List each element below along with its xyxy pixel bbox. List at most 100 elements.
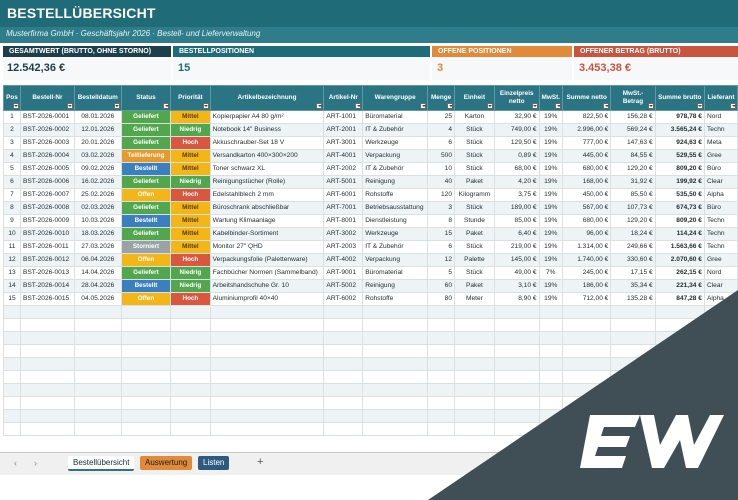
cell-einheit[interactable]: Stück <box>454 136 495 150</box>
empty-cell[interactable] <box>610 318 656 332</box>
empty-cell[interactable] <box>610 396 656 410</box>
empty-cell[interactable] <box>73 396 122 410</box>
cell-artnr[interactable]: ART-4002 <box>323 253 364 267</box>
cell-menge[interactable]: 25 <box>427 110 456 124</box>
cell-artikel[interactable]: Fachbücher Normen (Sammelband) <box>209 266 325 280</box>
empty-cell[interactable] <box>3 396 21 410</box>
empty-cell[interactable] <box>3 370 21 384</box>
cell-gruppe[interactable]: Verpackung <box>362 253 429 267</box>
cell-artikel[interactable]: Kopierpapier A4 80 g/m² <box>209 110 325 124</box>
cell-brutto[interactable]: 221,34 € <box>654 279 705 293</box>
empty-cell[interactable] <box>610 383 656 397</box>
empty-cell[interactable] <box>323 344 364 358</box>
empty-cell[interactable] <box>654 305 705 319</box>
empty-cell[interactable] <box>170 318 211 332</box>
cell-menge[interactable]: 5 <box>427 266 456 280</box>
cell-brutto[interactable]: 535,50 € <box>654 188 705 202</box>
filter-dropdown-icon[interactable] <box>12 103 19 109</box>
column-header[interactable]: Lieferant <box>703 85 738 111</box>
empty-cell[interactable] <box>561 344 612 358</box>
cell-lief[interactable]: Gree <box>703 149 738 163</box>
cell-datum[interactable]: 16.02.2026 <box>73 175 122 189</box>
cell-menge[interactable]: 8 <box>427 214 456 228</box>
column-header[interactable]: Einheit <box>454 85 495 111</box>
cell-pos[interactable]: 6 <box>3 175 21 189</box>
empty-cell[interactable] <box>323 318 364 332</box>
column-header[interactable]: Summe brutto <box>654 85 705 111</box>
column-header[interactable]: MwSt. <box>538 85 564 111</box>
table-row[interactable]: 10 BST-2026-0010 18.03.2026 Geliefert Mittel… <box>3 227 738 241</box>
empty-cell[interactable] <box>561 370 612 384</box>
cell-lief[interactable]: Alpha <box>703 292 738 306</box>
cell-mwstb[interactable]: 35,34 € <box>610 279 656 293</box>
empty-cell[interactable] <box>493 331 540 345</box>
cell-lief[interactable]: Büro <box>703 162 738 176</box>
empty-cell[interactable] <box>120 396 172 410</box>
empty-cell[interactable] <box>454 357 495 371</box>
empty-cell[interactable] <box>454 318 495 332</box>
cell-einheit[interactable]: Stunde <box>454 214 495 228</box>
cell-einheit[interactable]: Paket <box>454 227 495 241</box>
empty-cell[interactable] <box>610 370 656 384</box>
empty-cell[interactable] <box>73 383 122 397</box>
cell-netto[interactable]: 567,00 € <box>561 201 612 215</box>
empty-cell[interactable] <box>427 344 456 358</box>
cell-artnr[interactable]: ART-3001 <box>323 136 364 150</box>
priority-badge[interactable]: Mittel <box>170 227 211 241</box>
empty-cell[interactable] <box>120 331 172 345</box>
table-row[interactable]: 12 BST-2026-0012 06.04.2026 Offen Hoch Verpac… <box>3 253 738 267</box>
empty-cell[interactable] <box>561 383 612 397</box>
priority-badge[interactable]: Niedrig <box>170 279 211 293</box>
empty-cell[interactable] <box>120 370 172 384</box>
cell-menge[interactable]: 6 <box>427 240 456 254</box>
cell-nr[interactable]: BST-2026-0011 <box>19 240 75 254</box>
status-badge[interactable]: Bestellt <box>120 162 172 176</box>
cell-netto[interactable]: 96,00 € <box>561 227 612 241</box>
empty-cell[interactable] <box>209 422 325 436</box>
cell-datum[interactable]: 18.03.2026 <box>73 227 122 241</box>
cell-gruppe[interactable]: IT & Zubehör <box>362 123 429 137</box>
empty-cell[interactable] <box>120 305 172 319</box>
cell-mwstb[interactable]: 249,66 € <box>610 240 656 254</box>
cell-brutto[interactable]: 809,20 € <box>654 162 705 176</box>
cell-mwst[interactable]: 19% <box>538 123 564 137</box>
column-header[interactable]: Warengruppe <box>362 85 429 111</box>
empty-cell[interactable] <box>19 318 75 332</box>
cell-artnr[interactable]: ART-3002 <box>323 227 364 241</box>
filter-dropdown-icon[interactable] <box>420 103 427 109</box>
cell-gruppe[interactable]: Büromaterial <box>362 266 429 280</box>
cell-netto[interactable]: 777,00 € <box>561 136 612 150</box>
cell-datum[interactable]: 14.04.2026 <box>73 266 122 280</box>
cell-pos[interactable]: 7 <box>3 188 21 202</box>
empty-cell[interactable] <box>454 370 495 384</box>
cell-mwst[interactable]: 19% <box>538 162 564 176</box>
cell-artikel[interactable]: Monitor 27" QHD <box>209 240 325 254</box>
empty-cell[interactable] <box>454 422 495 436</box>
filter-dropdown-icon[interactable] <box>696 103 703 109</box>
cell-brutto[interactable]: 3.565,24 € <box>654 123 705 137</box>
cell-lief[interactable]: Techn <box>703 227 738 241</box>
cell-gruppe[interactable]: Dienstleistung <box>362 214 429 228</box>
cell-mwst[interactable]: 19% <box>538 214 564 228</box>
cell-brutto[interactable]: 674,73 € <box>654 201 705 215</box>
status-badge[interactable]: Geliefert <box>120 175 172 189</box>
cell-mwstb[interactable]: 107,73 € <box>610 201 656 215</box>
cell-mwst[interactable]: 19% <box>538 136 564 150</box>
cell-artnr[interactable]: ART-5002 <box>323 279 364 293</box>
cell-gruppe[interactable]: Werkzeuge <box>362 227 429 241</box>
empty-cell[interactable] <box>362 357 429 371</box>
cell-brutto[interactable]: 1.563,66 € <box>654 240 705 254</box>
cell-lief[interactable]: Alpha <box>703 188 738 202</box>
cell-datum[interactable]: 20.01.2026 <box>73 136 122 150</box>
cell-menge[interactable]: 15 <box>427 227 456 241</box>
cell-preis[interactable]: 4,20 € <box>493 175 540 189</box>
empty-cell[interactable] <box>73 331 122 345</box>
cell-pos[interactable]: 10 <box>3 227 21 241</box>
empty-cell[interactable] <box>170 383 211 397</box>
empty-cell[interactable] <box>538 422 564 436</box>
empty-cell[interactable] <box>3 344 21 358</box>
cell-lief[interactable]: Nord <box>703 266 738 280</box>
status-badge[interactable]: Offen <box>120 188 172 202</box>
empty-cell[interactable] <box>561 357 612 371</box>
empty-cell[interactable] <box>73 409 122 423</box>
